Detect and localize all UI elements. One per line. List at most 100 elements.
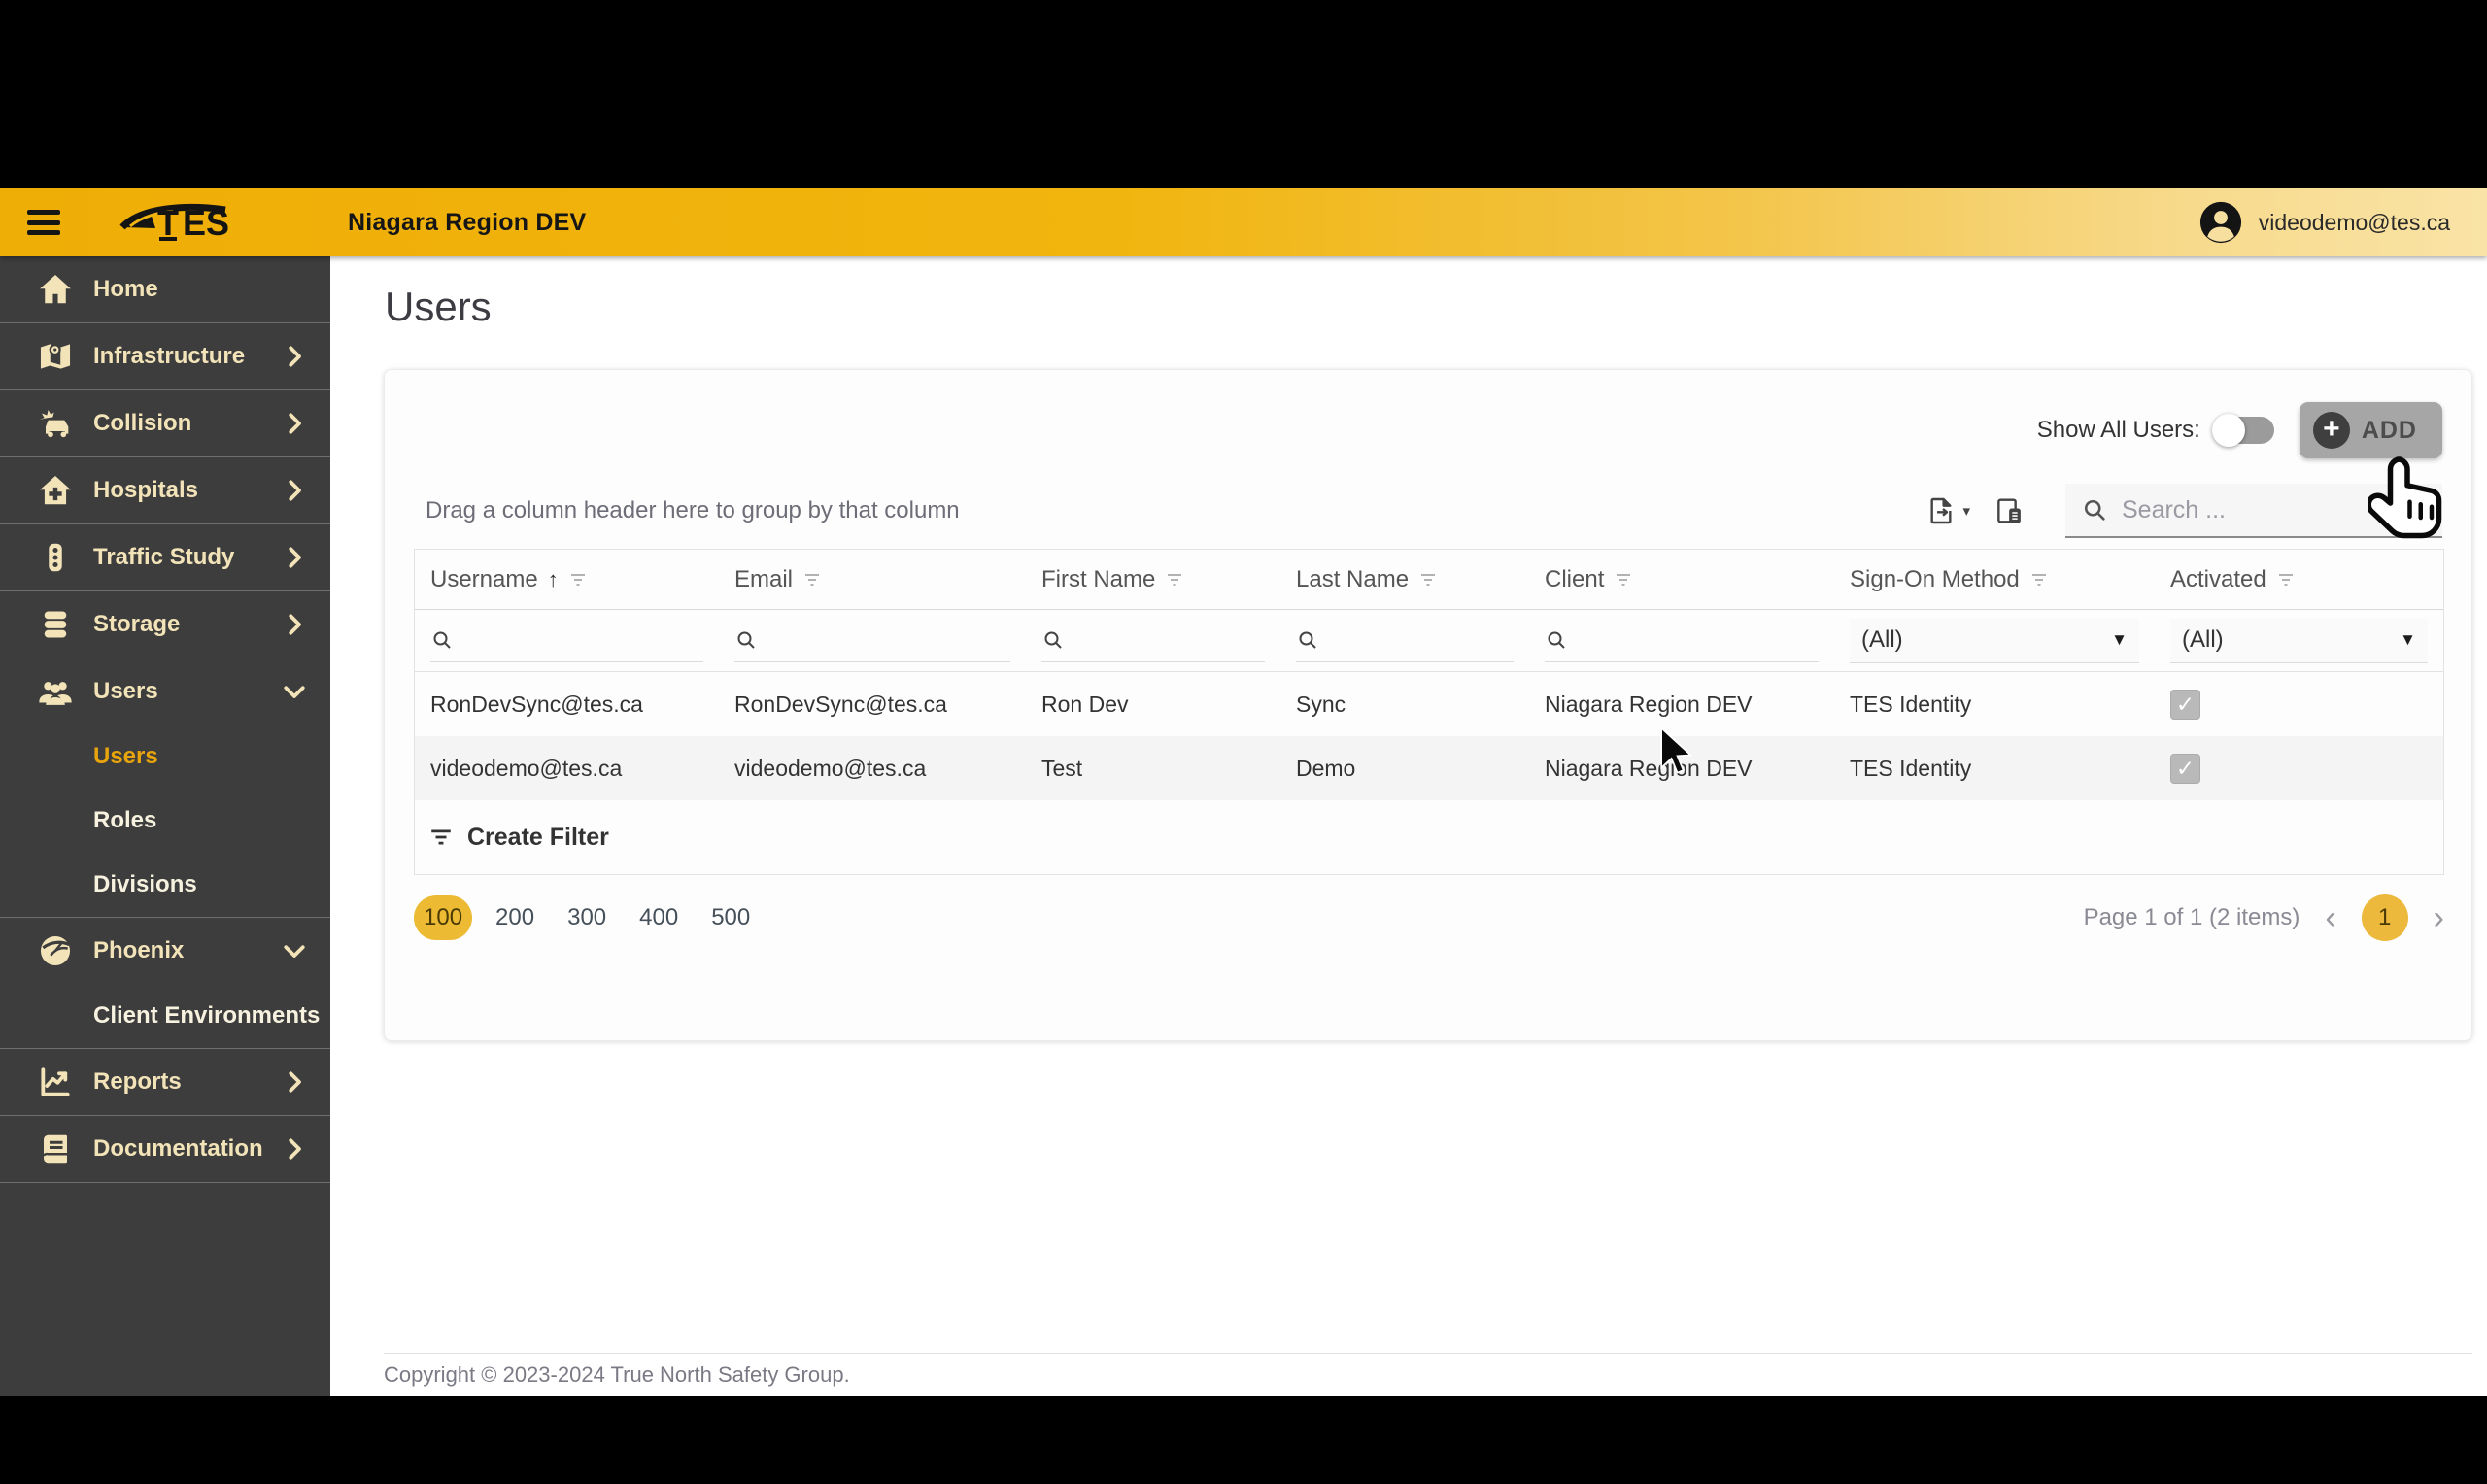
page-size-100[interactable]: 100 [414,895,473,940]
tes-logo: T ES [117,198,262,247]
sidebar-item-phoenix[interactable]: Phoenix [0,918,330,984]
column-header-email[interactable]: Email [719,550,1026,609]
filter-icon[interactable] [2276,571,2296,589]
create-filter-button[interactable]: Create Filter [428,824,609,852]
search-icon [430,628,454,652]
filter-icon[interactable] [1165,571,1184,589]
screen: T ES Niagara Region DEV videodemo@tes.ca [0,0,2487,1484]
search-icon [734,628,758,652]
sort-ascending-icon: ↑ [547,566,559,591]
table-row[interactable]: RonDevSync@tes.ca RonDevSync@tes.ca Ron … [415,672,2443,736]
sidebar-item-collision[interactable]: Collision [0,390,330,456]
page-size-400[interactable]: 400 [630,895,688,940]
filter-input-username[interactable] [430,620,703,662]
check-icon: ✓ [2175,691,2196,717]
cell-first-name: Ron Dev [1041,691,1129,717]
cell-first-name: Test [1041,755,1083,781]
search-icon [2081,496,2108,523]
group-drag-hint: Drag a column header here to group by th… [426,497,960,523]
copyright-text: Copyright © 2023-2024 True North Safety … [384,1362,850,1387]
user-avatar-icon[interactable] [2198,200,2243,245]
search-icon [1296,628,1319,652]
sidebar-item-hospitals[interactable]: Hospitals [0,457,330,523]
sidebar-item-reports[interactable]: Reports [0,1049,330,1115]
chevron-right-icon [280,409,309,438]
column-header-username[interactable]: Username ↑ [415,550,719,609]
column-header-sign-on-method[interactable]: Sign-On Method [1834,550,2155,609]
column-chooser-button[interactable] [1986,488,2032,534]
hospital-icon [35,470,76,511]
car-crash-icon [35,403,76,444]
filter-icon[interactable] [1614,571,1633,589]
app-window: T ES Niagara Region DEV videodemo@tes.ca [0,188,2487,1396]
search-input[interactable] [2122,495,2427,524]
search-icon [1545,628,1568,652]
dropdown-caret-icon: ▼ [2111,630,2128,649]
sidebar-item-documentation[interactable]: Documentation [0,1116,330,1182]
chevron-right-icon [280,1134,309,1164]
column-header-last-name[interactable]: Last Name [1280,550,1529,609]
chevron-right-icon [280,342,309,371]
column-header-first-name[interactable]: First Name [1026,550,1280,609]
activated-checkbox[interactable]: ✓ [2170,753,2200,784]
page-size-200[interactable]: 200 [486,895,544,940]
user-email[interactable]: videodemo@tes.ca [2259,210,2450,236]
sidebar-item-users-roles[interactable]: Roles [0,789,330,853]
filter-input-email[interactable] [734,620,1010,662]
export-caret-icon: ▾ [1962,503,1970,520]
filter-select-sign-on-method[interactable]: (All) ▼ [1850,618,2139,663]
chevron-right-icon [280,543,309,572]
grid-search [2065,484,2442,538]
cell-email: RonDevSync@tes.ca [734,691,947,717]
page-info: Page 1 of 1 (2 items) [2083,904,2300,930]
menu-toggle-button[interactable] [27,210,60,235]
filter-select-activated[interactable]: (All) ▼ [2170,618,2428,663]
filter-icon[interactable] [1418,571,1438,589]
show-all-users-label: Show All Users: [2036,417,2200,443]
svg-text:ES: ES [183,203,229,243]
map-icon [35,336,76,377]
page-number-1[interactable]: 1 [2361,894,2408,941]
table-row[interactable]: videodemo@tes.ca videodemo@tes.ca Test D… [415,736,2443,800]
export-button[interactable]: ▾ [1918,488,1978,534]
filter-input-first-name[interactable] [1041,620,1265,662]
activated-checkbox[interactable]: ✓ [2170,689,2200,720]
sidebar-item-users[interactable]: Users [0,658,330,725]
column-header-activated[interactable]: Activated [2155,550,2443,609]
page-title: Users [385,284,492,329]
filter-input-client[interactable] [1545,620,1819,662]
cell-username: videodemo@tes.ca [430,755,623,781]
cell-username: RonDevSync@tes.ca [430,691,643,717]
book-icon [35,1129,76,1169]
filter-icon[interactable] [2029,571,2049,589]
sidebar-item-users-divisions[interactable]: Divisions [0,853,330,917]
dropdown-caret-icon: ▼ [2400,630,2416,649]
sidebar-item-infrastructure[interactable]: Infrastructure [0,323,330,389]
chart-icon [35,1062,76,1102]
filter-icon[interactable] [568,571,588,589]
filter-input-last-name[interactable] [1296,620,1514,662]
client-title: Niagara Region DEV [348,208,587,236]
page-size-300[interactable]: 300 [558,895,616,940]
cell-sign-on-method: TES Identity [1850,755,1972,781]
sidebar-item-storage[interactable]: Storage [0,591,330,658]
chevron-down-icon [280,677,309,706]
filter-icon[interactable] [802,571,822,589]
cell-sign-on-method: TES Identity [1850,691,1972,717]
add-user-button[interactable]: + ADD [2299,402,2442,458]
column-header-client[interactable]: Client [1529,550,1834,609]
cell-client: Niagara Region DEV [1545,691,1753,717]
show-all-users-toggle[interactable] [2211,414,2274,447]
filter-funnel-icon [428,826,454,848]
next-page-icon[interactable]: › [2434,901,2444,934]
page-size-500[interactable]: 500 [701,895,760,940]
cell-client: Niagara Region DEV [1545,755,1753,781]
chevron-right-icon [280,610,309,639]
sidebar-item-home[interactable]: Home [0,256,330,322]
sidebar-item-users-users[interactable]: Users [0,725,330,789]
sidebar-item-traffic-study[interactable]: Traffic Study [0,524,330,590]
sidebar-item-phoenix-client-environments[interactable]: Client Environments [0,984,330,1048]
traffic-light-icon [35,537,76,578]
letterbox-bottom [0,1396,2487,1484]
prev-page-icon[interactable]: ‹ [2325,901,2335,934]
